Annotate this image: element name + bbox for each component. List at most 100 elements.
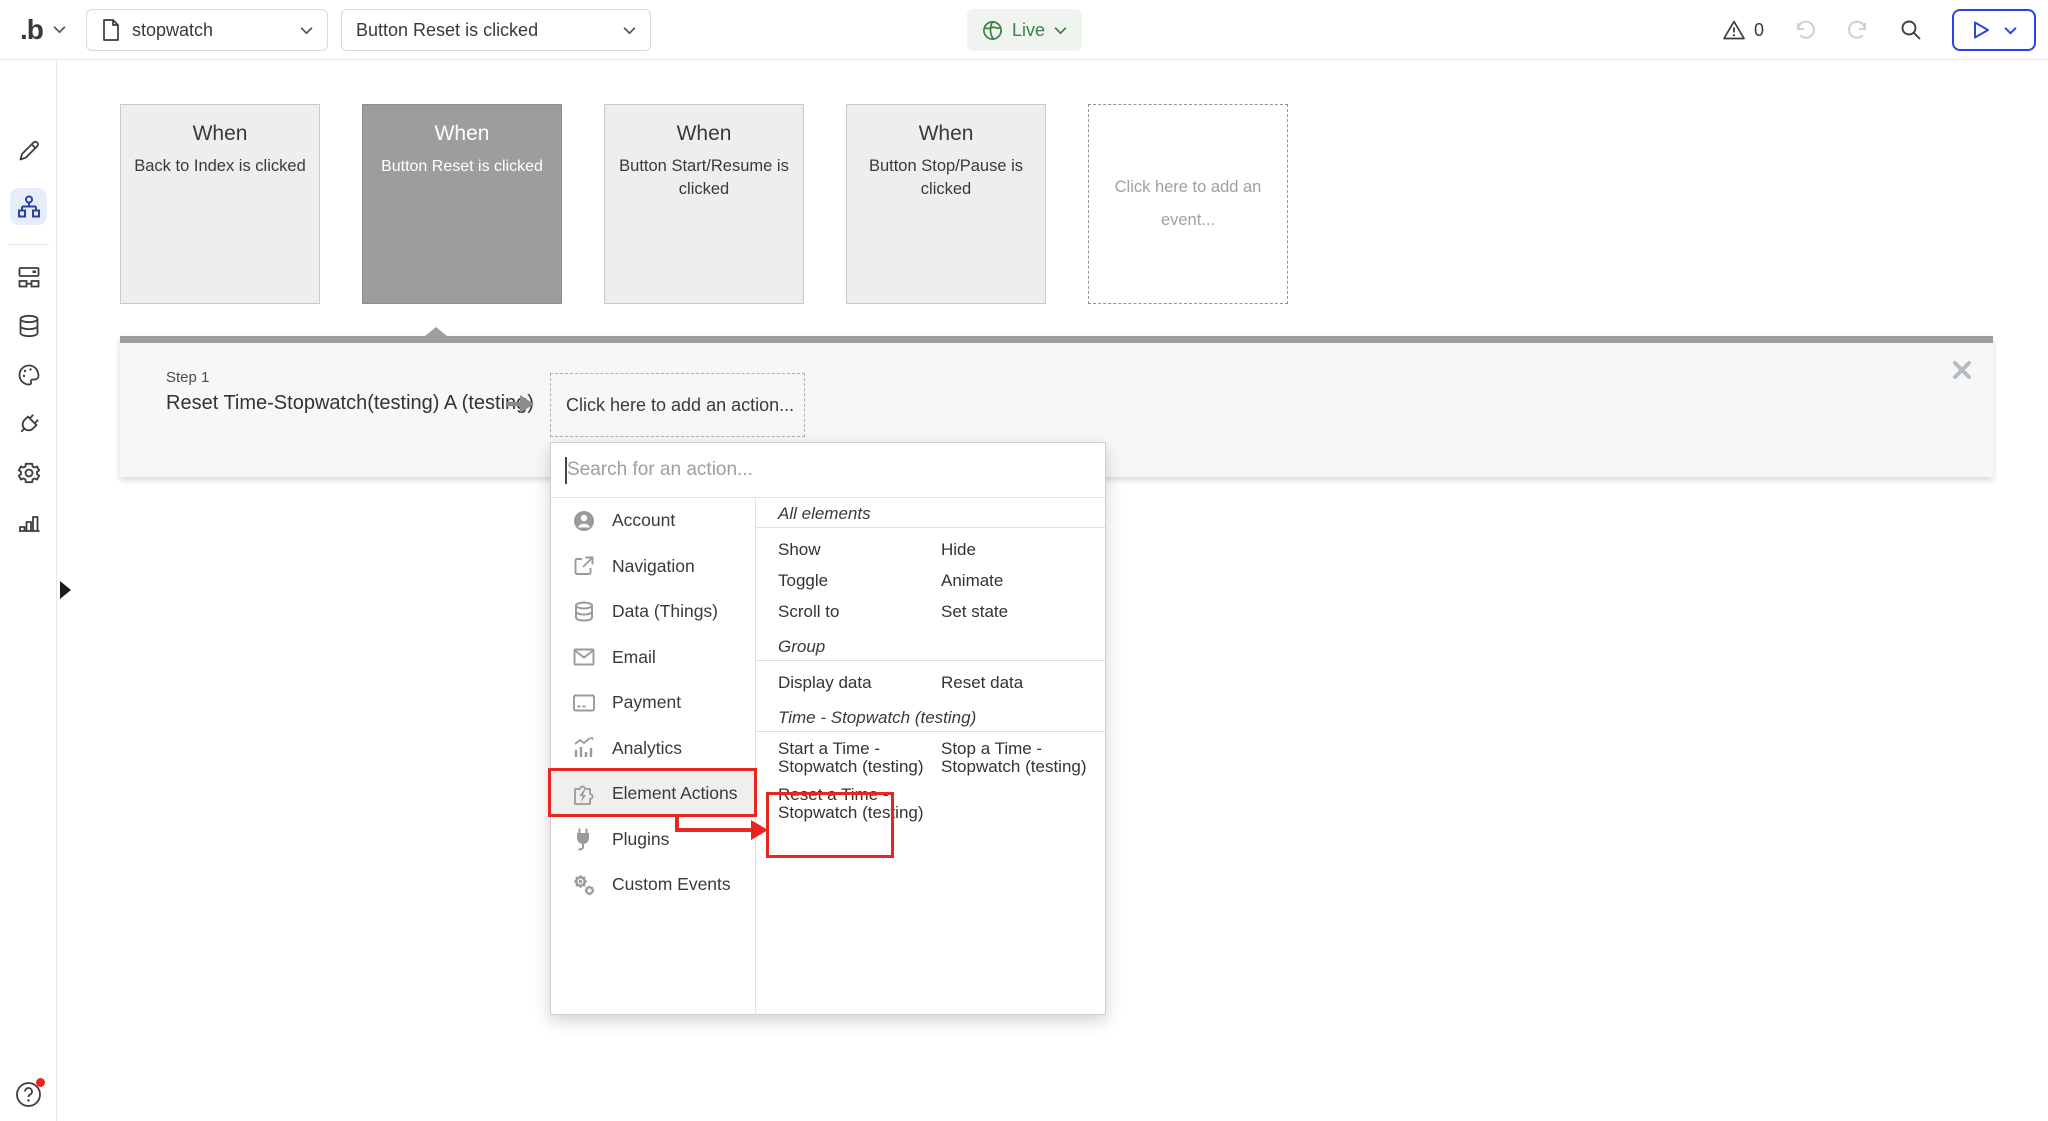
play-icon <box>1972 20 1991 40</box>
event-name: Button Start/Resume is clicked <box>605 155 803 201</box>
section-header: Time - Stopwatch (testing) <box>756 708 1105 732</box>
sidebar-item-logs[interactable] <box>10 503 47 540</box>
category-label: Navigation <box>612 556 695 577</box>
environment-selector[interactable]: Live <box>967 9 1082 51</box>
action-category-plugins[interactable]: Plugins <box>551 817 755 863</box>
bubble-logo: .b <box>20 14 43 46</box>
action-item-toggle[interactable]: Toggle <box>778 565 941 596</box>
category-label: Analytics <box>612 738 682 759</box>
action-category-element-actions[interactable]: Element Actions <box>551 771 755 817</box>
action-item-reset-a-time-stopwatch-testing[interactable]: Reset a Time - Stopwatch (testing) <box>778 786 928 822</box>
app-menu[interactable]: .b <box>20 14 66 46</box>
category-label: Email <box>612 647 656 668</box>
sidebar-item-design[interactable] <box>10 132 47 169</box>
page-file-icon <box>101 18 121 42</box>
action-search-input[interactable] <box>551 443 1105 497</box>
action-item-show[interactable]: Show <box>778 534 941 565</box>
category-label: Data (Things) <box>612 601 718 622</box>
action-category-data-things[interactable]: Data (Things) <box>551 589 755 635</box>
event-when-label: When <box>847 121 1045 147</box>
bubble-workflow-editor: .b stopwatch Button Reset is clicked Liv… <box>0 0 2048 1121</box>
toolbar-right: 0 <box>1722 0 2036 60</box>
sidebar-item-settings[interactable] <box>10 454 47 491</box>
notification-dot <box>36 1078 45 1087</box>
action-category-email[interactable]: Email <box>551 635 755 681</box>
event-name: Back to Index is clicked <box>121 155 319 178</box>
chevron-down-icon <box>2004 26 2017 35</box>
workflow-selector-value: Button Reset is clicked <box>356 20 612 41</box>
category-label: Plugins <box>612 829 669 850</box>
action-category-analytics[interactable]: Analytics <box>551 726 755 772</box>
section-header: Group <box>756 637 1105 661</box>
sitemap-icon <box>16 194 42 220</box>
gears-icon <box>571 872 597 898</box>
action-category-custom-events[interactable]: Custom Events <box>551 862 755 908</box>
sidebar-item-workflows[interactable] <box>10 188 47 225</box>
action-section-group: GroupDisplay dataReset data <box>778 637 1083 698</box>
left-sidebar <box>0 60 57 1121</box>
event-card-back-to-index-is-clicked[interactable]: When Back to Index is clicked <box>120 104 320 304</box>
globe-icon <box>982 20 1003 41</box>
action-section-all-elements: All elementsShowHideToggleAnimateScroll … <box>778 504 1083 627</box>
workflow-selector[interactable]: Button Reset is clicked <box>341 9 651 51</box>
bar-chart-icon <box>16 509 42 535</box>
sidebar-expand-handle[interactable] <box>60 581 71 599</box>
action-picker-menu: Account Navigation Data (Things) Email Payme… <box>550 442 1106 1015</box>
palette-icon <box>16 362 42 388</box>
environment-label: Live <box>1012 20 1045 41</box>
section-header: All elements <box>756 504 1105 528</box>
action-categories-column: Account Navigation Data (Things) Email Payme… <box>551 498 756 1015</box>
category-label: Custom Events <box>612 874 731 895</box>
event-card-button-stop-pause-is-clicked[interactable]: When Button Stop/Pause is clicked <box>846 104 1046 304</box>
step-1-block[interactable]: Step 1 Reset Time-Stopwatch(testing) A (… <box>166 369 534 415</box>
action-item-animate[interactable]: Animate <box>941 565 1083 596</box>
category-label: Element Actions <box>612 783 737 804</box>
action-search-row <box>551 443 1105 498</box>
action-item-reset-data[interactable]: Reset data <box>941 667 1083 698</box>
database-icon <box>16 313 42 339</box>
action-item-display-data[interactable]: Display data <box>778 667 941 698</box>
plug2-icon <box>571 826 597 852</box>
undo-icon[interactable] <box>1793 18 1817 42</box>
chevron-down-icon <box>623 26 636 35</box>
add-event-card[interactable]: Click here to add an event... <box>1088 104 1288 304</box>
search-icon[interactable] <box>1899 18 1923 42</box>
redo-icon[interactable] <box>1846 18 1870 42</box>
chevron-down-icon <box>1054 26 1067 35</box>
share-icon <box>571 553 597 579</box>
action-category-navigation[interactable]: Navigation <box>551 544 755 590</box>
sidebar-divider <box>8 244 49 245</box>
action-category-account[interactable]: Account <box>551 498 755 544</box>
action-item-start-a-time-stopwatch-testing[interactable]: Start a Time - Stopwatch (testing) <box>778 740 928 776</box>
action-item-stop-a-time-stopwatch-testing[interactable]: Stop a Time - Stopwatch (testing) <box>941 740 1091 776</box>
sidebar-item-styles[interactable] <box>10 356 47 393</box>
step-label: Step 1 <box>166 369 534 386</box>
events-row: When Back to Index is clicked WhenButton R… <box>120 104 1288 304</box>
event-when-label: When <box>121 121 319 147</box>
action-item-hide[interactable]: Hide <box>941 534 1083 565</box>
event-when-label: When <box>605 121 803 147</box>
sidebar-item-data[interactable] <box>10 307 47 344</box>
page-selector[interactable]: stopwatch <box>86 9 328 51</box>
add-action-box[interactable]: Click here to add an action... <box>550 373 805 437</box>
gear-icon <box>16 460 42 486</box>
preview-button[interactable] <box>1952 9 2036 51</box>
add-event-label: Click here to add an event... <box>1089 171 1287 237</box>
event-card-button-start-resume-is-clicked[interactable]: When Button Start/Resume is clicked <box>604 104 804 304</box>
action-item-scroll-to[interactable]: Scroll to <box>778 596 941 627</box>
category-label: Account <box>612 510 675 531</box>
action-category-payment[interactable]: Payment <box>551 680 755 726</box>
help-button[interactable] <box>15 1081 42 1108</box>
plug-icon <box>16 411 42 437</box>
top-toolbar: .b stopwatch Button Reset is clicked Liv… <box>0 0 2048 60</box>
db-icon <box>571 599 597 625</box>
close-panel-button[interactable] <box>1951 359 1973 381</box>
sidebar-item-plugins[interactable] <box>10 405 47 442</box>
event-name: Button Stop/Pause is clicked <box>847 155 1045 201</box>
chevron-down-icon <box>53 25 66 34</box>
issues-indicator[interactable]: 0 <box>1722 18 1764 42</box>
action-item-set-state[interactable]: Set state <box>941 596 1083 627</box>
event-card-button-reset-is-clicked[interactable]: WhenButton Reset is clicked <box>362 104 562 304</box>
sidebar-item-ui-builder[interactable] <box>10 258 47 295</box>
category-label: Payment <box>612 692 681 713</box>
